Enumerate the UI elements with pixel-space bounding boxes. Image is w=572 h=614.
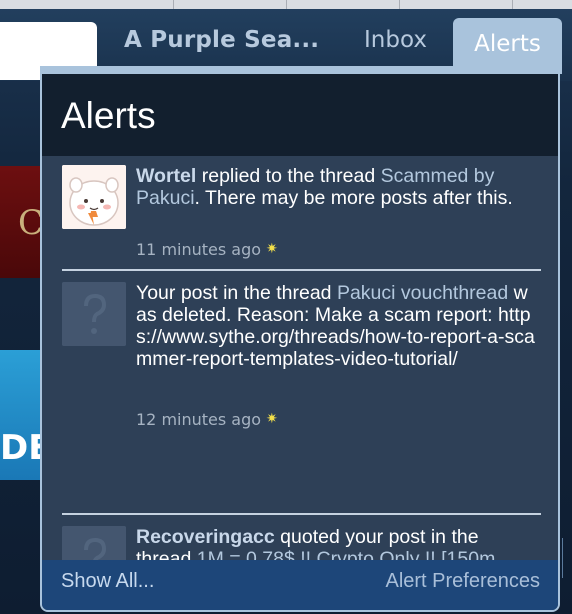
question-mark-icon	[62, 282, 126, 346]
alerts-popup-header: Alerts	[42, 66, 558, 156]
alert-divider	[62, 269, 541, 271]
new-sparkle-icon: ✷	[266, 411, 278, 427]
alert-divider	[62, 513, 541, 515]
alert-time-text: 11 minutes ago	[136, 240, 262, 259]
new-sparkle-icon: ✷	[266, 241, 278, 257]
alert-thread-link[interactable]: Pakuci vouchthread	[337, 282, 508, 304]
alerts-popup-title: Alerts	[61, 95, 156, 136]
background-divider	[562, 538, 572, 578]
window-top-strip	[0, 0, 572, 9]
alert-timestamp: 11 minutes ago ✷	[136, 240, 278, 259]
alert-timestamp: 12 minutes ago ✷	[136, 410, 278, 429]
alert-username-link[interactable]: Wortel	[136, 165, 196, 187]
cartoon-avatar[interactable]	[62, 165, 126, 229]
nav-inbox-tab[interactable]: Inbox	[364, 27, 427, 53]
alert-time-text: 12 minutes ago	[136, 410, 262, 429]
alert-message: Wortel replied to the thread Scammed by …	[136, 165, 536, 209]
alert-suffix-text: . There may be more posts after this.	[194, 187, 513, 209]
nav-username-link[interactable]: A Purple Sea...	[124, 27, 319, 53]
alert-message: Your post in the thread Pakuci vouchthre…	[136, 282, 536, 370]
alerts-popup-footer: Show All... Alert Preferences	[42, 560, 558, 610]
alerts-popup: Alerts Wortel replied to the thread Scam…	[40, 66, 560, 612]
alert-preferences-link[interactable]: Alert Preferences	[385, 570, 540, 593]
alert-action-text: replied to the thread	[196, 165, 381, 187]
default-avatar[interactable]	[62, 282, 126, 346]
alert-prefix-text: Your post in the thread	[136, 282, 337, 304]
alert-username-link[interactable]: Recoveringacc	[136, 526, 275, 548]
show-all-link[interactable]: Show All...	[61, 570, 154, 593]
